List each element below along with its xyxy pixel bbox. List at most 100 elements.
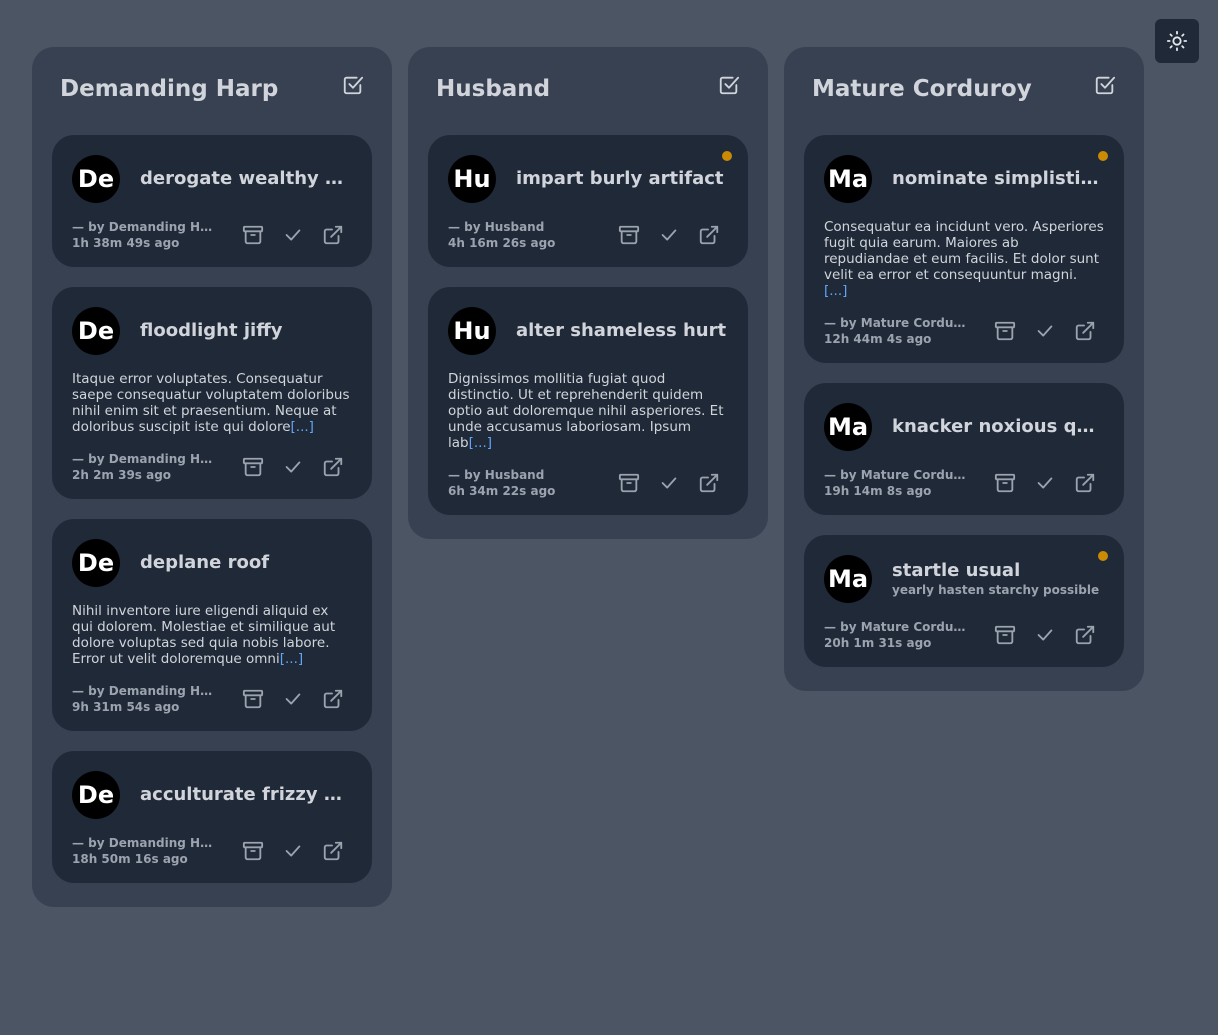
external-link-icon[interactable] <box>1074 320 1096 342</box>
card-actions <box>618 224 720 246</box>
note-card[interactable]: De acculturate frizzy acre — by Demandin… <box>52 751 372 883</box>
note-card[interactable]: Ma knacker noxious quan… — by Mature Cor… <box>804 383 1124 515</box>
card-author: — by Husband <box>448 468 545 482</box>
card-author: — by Mature Cordur… <box>824 316 969 330</box>
read-more-link[interactable]: [...] <box>291 419 314 435</box>
card-author: — by Demanding Harp <box>72 452 217 466</box>
card-title[interactable]: nominate simplistic f… <box>892 168 1104 190</box>
avatar: De <box>72 771 120 819</box>
archive-icon[interactable] <box>242 224 264 246</box>
card-body-text: Consequatur ea incidunt vero. Asperiores… <box>824 219 1104 283</box>
card-author: — by Demanding Harp <box>72 684 217 698</box>
card-title[interactable]: derogate wealthy bat… <box>140 168 352 190</box>
column-title: Demanding Harp <box>60 76 279 102</box>
archive-icon[interactable] <box>242 840 264 862</box>
archive-icon[interactable] <box>242 456 264 478</box>
check-icon[interactable] <box>282 688 304 710</box>
unread-indicator <box>722 151 732 161</box>
check-icon[interactable] <box>658 224 680 246</box>
avatar: Ma <box>824 555 872 603</box>
avatar: Hu <box>448 155 496 203</box>
card-actions <box>242 456 344 478</box>
card-actions <box>242 224 344 246</box>
archive-icon[interactable] <box>242 688 264 710</box>
check-icon[interactable] <box>1034 472 1056 494</box>
card-author: — by Demanding Harp <box>72 220 217 234</box>
note-card[interactable]: Ma nominate simplistic f… Consequatur ea… <box>804 135 1124 363</box>
read-more-link[interactable]: [...] <box>824 283 847 299</box>
external-link-icon[interactable] <box>698 472 720 494</box>
card-title[interactable]: floodlight jiffy <box>140 320 352 342</box>
card-author: — by Demanding Harp <box>72 836 217 850</box>
card-actions <box>618 472 720 494</box>
card-time: 9h 31m 54s ago <box>72 700 180 714</box>
select-all-checkbox-icon[interactable] <box>1094 74 1116 96</box>
check-icon[interactable] <box>282 456 304 478</box>
card-meta: — by Mature Cordur… 19h 14m 8s ago <box>824 467 969 499</box>
card-title[interactable]: knacker noxious quan… <box>892 416 1104 438</box>
check-icon[interactable] <box>282 840 304 862</box>
card-meta: — by Demanding Harp 1h 38m 49s ago <box>72 219 217 251</box>
card-actions <box>994 320 1096 342</box>
check-icon[interactable] <box>282 224 304 246</box>
sun-icon <box>1166 30 1188 52</box>
avatar: De <box>72 155 120 203</box>
external-link-icon[interactable] <box>322 224 344 246</box>
note-card[interactable]: Ma startle usual yearly hasten starchy p… <box>804 535 1124 667</box>
note-card[interactable]: De deplane roof Nihil inventore iure eli… <box>52 519 372 731</box>
card-meta: — by Demanding Harp 9h 31m 54s ago <box>72 683 217 715</box>
archive-icon[interactable] <box>994 320 1016 342</box>
column: Demanding Harp De derogate wealthy bat… … <box>32 47 392 907</box>
archive-icon[interactable] <box>994 472 1016 494</box>
external-link-icon[interactable] <box>322 688 344 710</box>
card-title[interactable]: alter shameless hurt <box>516 320 728 342</box>
card-actions <box>994 624 1096 646</box>
note-card[interactable]: Hu alter shameless hurt Dignissimos moll… <box>428 287 748 515</box>
external-link-icon[interactable] <box>322 456 344 478</box>
card-time: 19h 14m 8s ago <box>824 484 932 498</box>
card-actions <box>242 688 344 710</box>
note-card[interactable]: De floodlight jiffy Itaque error volupta… <box>52 287 372 499</box>
select-all-checkbox-icon[interactable] <box>718 74 740 96</box>
avatar: Hu <box>448 307 496 355</box>
card-actions <box>242 840 344 862</box>
select-all-checkbox-icon[interactable] <box>342 74 364 96</box>
card-body: Dignissimos mollitia fugiat quod distinc… <box>448 371 728 451</box>
card-title[interactable]: impart burly artifact <box>516 168 728 190</box>
card-meta: — by Demanding Harp 2h 2m 39s ago <box>72 451 217 483</box>
card-meta: — by Husband 4h 16m 26s ago <box>448 219 555 251</box>
card-title[interactable]: deplane roof <box>140 552 352 574</box>
card-title[interactable]: acculturate frizzy acre <box>140 784 352 806</box>
note-card[interactable]: De derogate wealthy bat… — by Demanding … <box>52 135 372 267</box>
avatar: De <box>72 539 120 587</box>
archive-icon[interactable] <box>618 224 640 246</box>
external-link-icon[interactable] <box>698 224 720 246</box>
archive-icon[interactable] <box>618 472 640 494</box>
note-card[interactable]: Hu impart burly artifact — by Husband 4h… <box>428 135 748 267</box>
card-meta: — by Mature Cordur… 20h 1m 31s ago <box>824 619 969 651</box>
avatar: Ma <box>824 155 872 203</box>
external-link-icon[interactable] <box>322 840 344 862</box>
archive-icon[interactable] <box>994 624 1016 646</box>
card-subtitle: yearly hasten starchy possible <box>892 583 1100 597</box>
card-time: 12h 44m 4s ago <box>824 332 932 346</box>
external-link-icon[interactable] <box>1074 624 1096 646</box>
unread-indicator <box>1098 551 1108 561</box>
card-time: 20h 1m 31s ago <box>824 636 932 650</box>
card-author: — by Mature Cordur… <box>824 468 969 482</box>
card-meta: — by Mature Cordur… 12h 44m 4s ago <box>824 315 969 347</box>
external-link-icon[interactable] <box>1074 472 1096 494</box>
card-time: 4h 16m 26s ago <box>448 236 556 250</box>
read-more-link[interactable]: [...] <box>469 435 492 451</box>
card-time: 18h 50m 16s ago <box>72 852 188 866</box>
check-icon[interactable] <box>1034 320 1056 342</box>
check-icon[interactable] <box>1034 624 1056 646</box>
card-time: 6h 34m 22s ago <box>448 484 556 498</box>
read-more-link[interactable]: [...] <box>280 651 303 667</box>
column-title: Mature Corduroy <box>812 76 1032 102</box>
check-icon[interactable] <box>658 472 680 494</box>
card-title[interactable]: startle usual <box>892 560 1104 582</box>
card-meta: — by Demanding Harp 18h 50m 16s ago <box>72 835 217 867</box>
unread-indicator <box>1098 151 1108 161</box>
theme-toggle-button[interactable] <box>1155 19 1199 63</box>
